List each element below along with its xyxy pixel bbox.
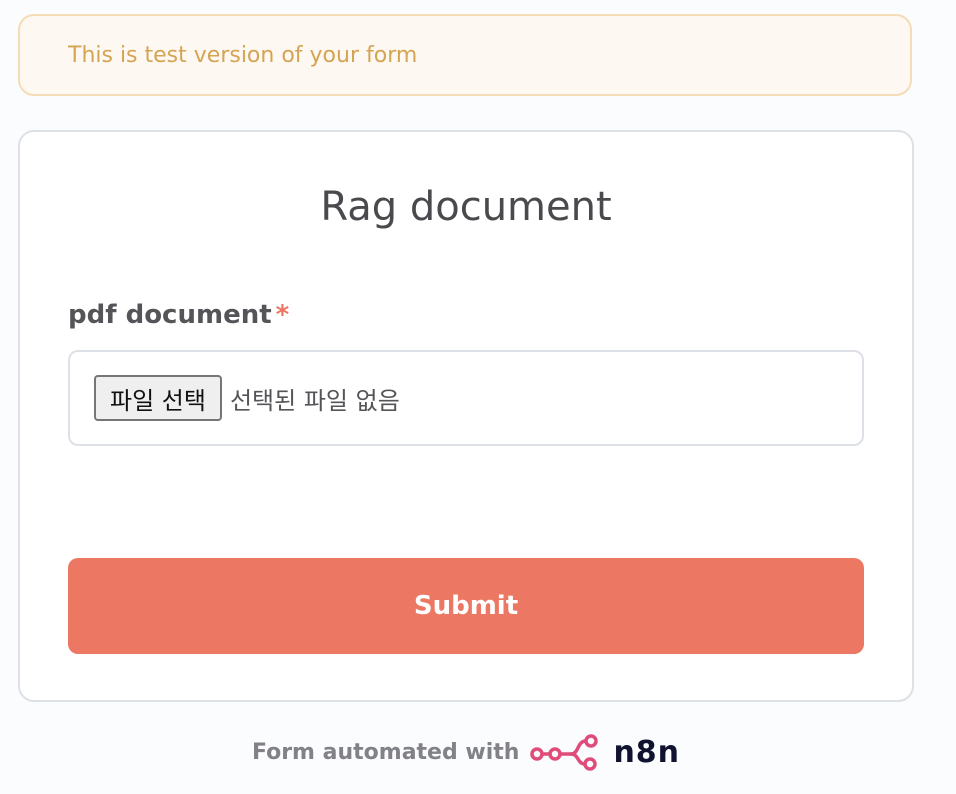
field-label-text: pdf document [68,300,272,330]
submit-button[interactable]: Submit [68,558,864,654]
file-input-field[interactable]: 파일 선택 선택된 파일 없음 [68,350,864,446]
form-title: Rag document [320,184,612,230]
footer-text: Form automated with [251,739,520,765]
form-card: Rag document pdf document * 파일 선택 선택된 파일 … [18,130,914,702]
required-marker: * [275,300,290,330]
choose-file-button[interactable]: 파일 선택 [94,375,222,421]
banner-text: This is test version of your form [68,42,418,68]
field-label: pdf document * [68,300,289,330]
n8n-logo-link[interactable]: n8n [529,732,680,772]
footer: Form automated with n8n [0,730,932,774]
file-status-text: 선택된 파일 없음 [229,386,400,415]
n8n-wordmark: n8n [613,734,681,770]
n8n-logo-icon [530,734,599,771]
test-version-banner: This is test version of your form [18,14,912,96]
